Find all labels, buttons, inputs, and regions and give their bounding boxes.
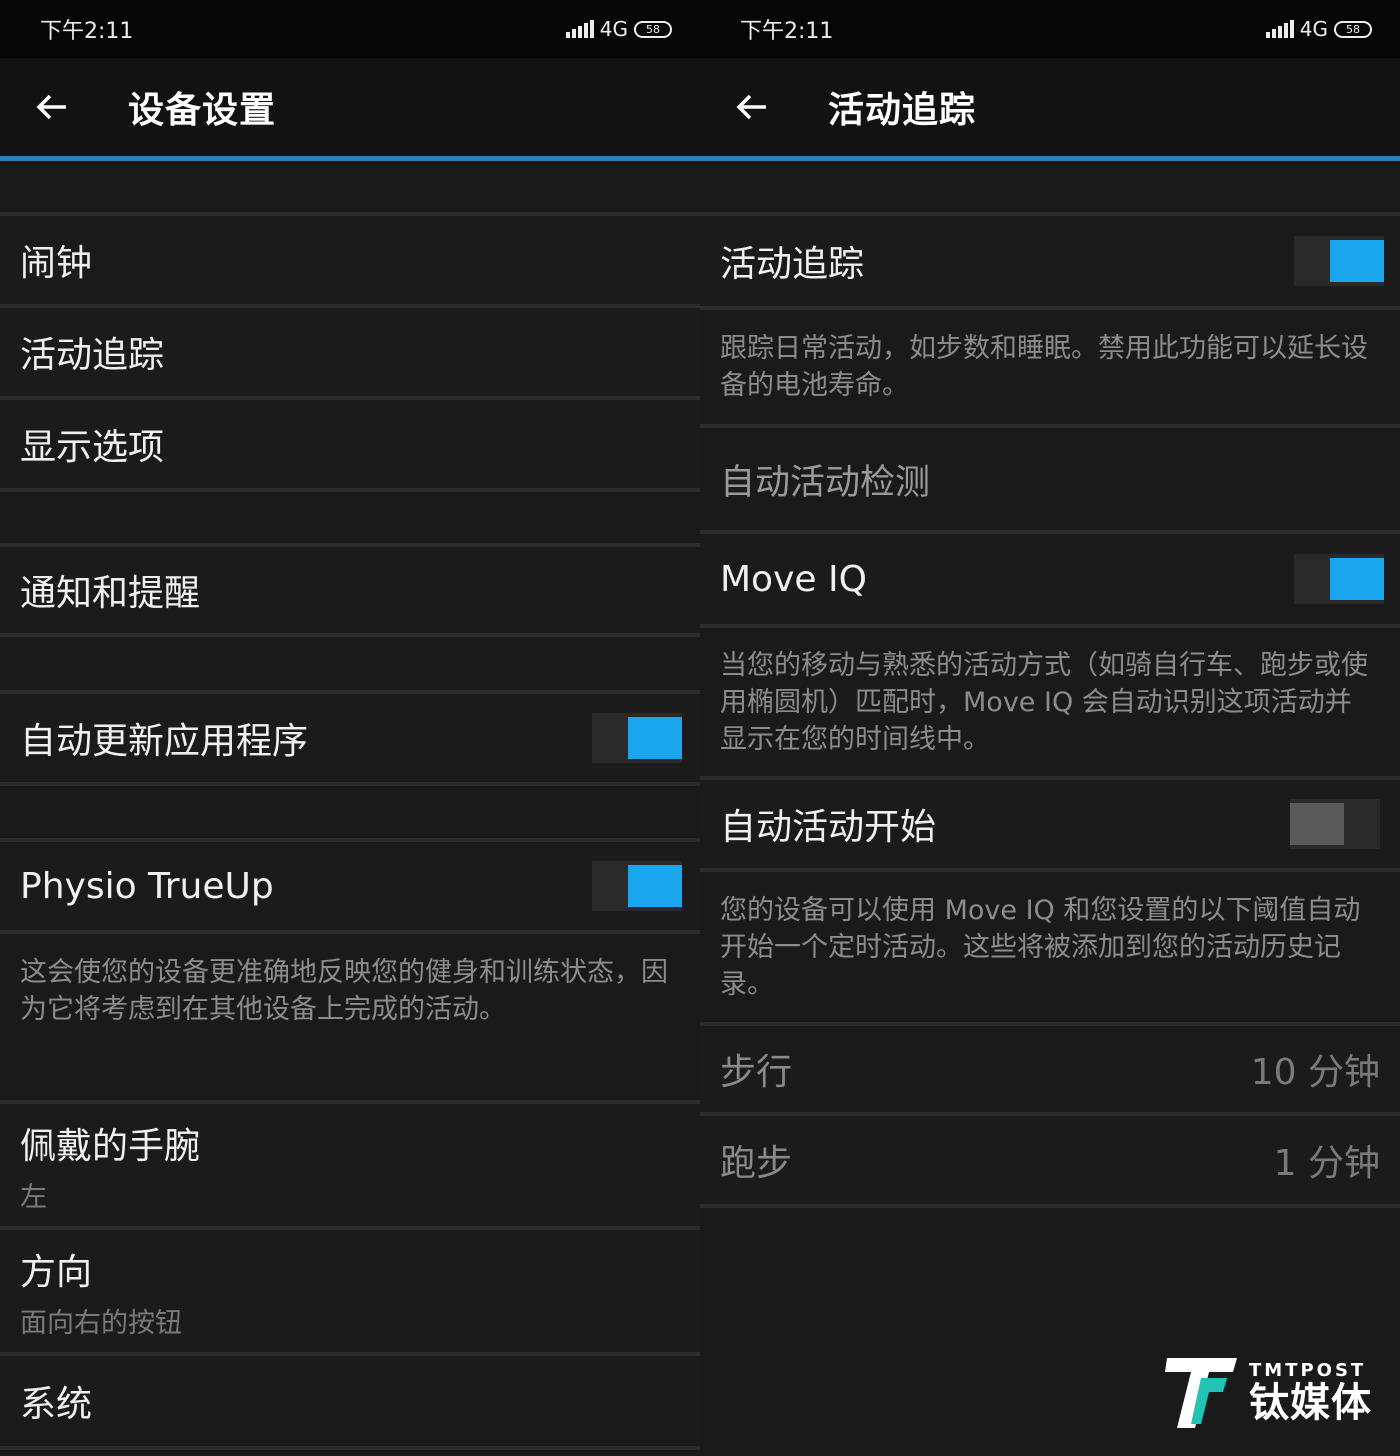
activity-tracking-screen: 下午2:11 4G 58 活动追踪 活动追踪 跟踪日常活动，如步数和睡眠。禁用此… (700, 0, 1400, 1456)
tmtpost-watermark: TMTPOST 钛媒体 (1161, 1352, 1372, 1432)
physio-trueup-toggle[interactable] (592, 861, 682, 911)
display-options-label: 显示选项 (20, 427, 165, 468)
watermark-en: TMTPOST (1249, 1359, 1367, 1381)
divider (700, 306, 1400, 310)
wrist-label: 佩戴的手腕 (20, 1125, 201, 1167)
status-bar: 下午2:11 4G 58 (0, 0, 700, 58)
watermark-text: TMTPOST 钛媒体 (1249, 1360, 1372, 1425)
settings-item-auto-update[interactable]: 自动更新应用程序 (0, 694, 700, 782)
divider (0, 930, 700, 934)
auto-start-toggle[interactable] (1290, 799, 1380, 849)
notifications-label: 通知和提醒 (20, 573, 201, 614)
settings-item-activity-tracking[interactable]: 活动追踪 (0, 308, 700, 396)
activity-tracking-row[interactable]: 活动追踪 (700, 216, 1400, 306)
settings-item-notifications[interactable]: 通知和提醒 (0, 547, 700, 633)
divider (700, 1204, 1400, 1208)
move-iq-toggle[interactable] (1294, 554, 1384, 604)
app-bar: 设备设置 (0, 58, 700, 156)
move-iq-row[interactable]: Move IQ (700, 534, 1400, 624)
watermark-cn: 钛媒体 (1249, 1379, 1372, 1426)
settings-item-display-options[interactable]: 显示选项 (0, 400, 700, 488)
divider (0, 488, 700, 492)
auto-start-row[interactable]: 自动活动开始 (700, 780, 1400, 868)
page-title: 活动追踪 (828, 90, 977, 131)
divider (700, 624, 1400, 628)
back-arrow-icon[interactable] (722, 77, 782, 137)
status-time: 下午2:11 (740, 19, 834, 44)
toggle-knob (1290, 803, 1344, 845)
back-arrow-icon[interactable] (22, 77, 82, 137)
activity-tracking-label: 活动追踪 (720, 244, 865, 285)
auto-detect-section-header: 自动活动检测 (720, 462, 931, 503)
auto-update-toggle[interactable] (592, 713, 682, 763)
activity-tracking-label: 活动追踪 (20, 335, 165, 376)
network-label: 4G (1299, 17, 1328, 41)
physio-trueup-label: Physio TrueUp (20, 865, 274, 907)
settings-item-orientation[interactable]: 方向 面向右的按钮 (0, 1230, 700, 1352)
battery-icon: 58 (1334, 20, 1372, 38)
move-iq-label: Move IQ (720, 558, 867, 600)
move-iq-description: 当您的移动与熟悉的活动方式（如骑自行车、跑步或使用椭圆机）匹配时，Move IQ… (720, 650, 1368, 755)
settings-item-alarm[interactable]: 闹钟 (0, 216, 700, 304)
device-settings-screen: 下午2:11 4G 58 设备设置 闹钟 活动追踪 显示选项 通知和提醒 自动更… (0, 0, 700, 1456)
status-indicators: 4G 58 (1265, 17, 1372, 41)
toggle-knob (1330, 558, 1384, 600)
activity-tracking-description: 跟踪日常活动，如步数和睡眠。禁用此功能可以延长设备的电池寿命。 (720, 333, 1368, 401)
tmtpost-logo-icon (1165, 1358, 1237, 1428)
divider (0, 1446, 700, 1450)
network-label: 4G (599, 17, 628, 41)
alarm-label: 闹钟 (20, 243, 93, 284)
physio-trueup-description: 这会使您的设备更准确地反映您的健身和训练状态，因为它将考虑到在其他设备上完成的活… (20, 957, 668, 1025)
auto-start-description: 您的设备可以使用 Move IQ 和您设置的以下阈值自动开始一个定时活动。这些将… (720, 895, 1361, 1000)
status-bar: 下午2:11 4G 58 (700, 0, 1400, 58)
walk-threshold-row[interactable]: 步行 10 分钟 (700, 1026, 1400, 1112)
settings-item-system[interactable]: 系统 (0, 1356, 700, 1446)
orientation-value: 面向右的按钮 (20, 1307, 182, 1339)
toggle-knob (628, 717, 682, 759)
app-bar: 活动追踪 (700, 58, 1400, 156)
divider (700, 868, 1400, 872)
activity-tracking-toggle[interactable] (1294, 236, 1384, 286)
wrist-value: 左 (20, 1181, 47, 1213)
auto-start-label: 自动活动开始 (720, 807, 937, 848)
walk-label: 步行 (720, 1052, 793, 1093)
divider (0, 633, 700, 637)
signal-icon (1265, 20, 1294, 38)
toggle-knob (1330, 240, 1384, 282)
divider (0, 782, 700, 786)
signal-icon (565, 20, 594, 38)
settings-item-physio-trueup[interactable]: Physio TrueUp (0, 842, 700, 930)
run-label: 跑步 (720, 1143, 793, 1184)
app-bar-accent-line (700, 156, 1400, 161)
auto-update-label: 自动更新应用程序 (20, 721, 309, 762)
battery-icon: 58 (634, 20, 672, 38)
settings-item-wrist[interactable]: 佩戴的手腕 左 (0, 1104, 700, 1226)
system-label: 系统 (20, 1384, 93, 1425)
run-threshold-row[interactable]: 跑步 1 分钟 (700, 1116, 1400, 1204)
walk-value: 10 分钟 (1250, 1052, 1380, 1093)
status-time: 下午2:11 (40, 19, 134, 44)
status-indicators: 4G 58 (565, 17, 672, 41)
page-title: 设备设置 (128, 90, 277, 131)
orientation-label: 方向 (20, 1251, 93, 1293)
app-bar-accent-line (0, 156, 700, 161)
toggle-knob (628, 865, 682, 907)
run-value: 1 分钟 (1273, 1143, 1380, 1184)
